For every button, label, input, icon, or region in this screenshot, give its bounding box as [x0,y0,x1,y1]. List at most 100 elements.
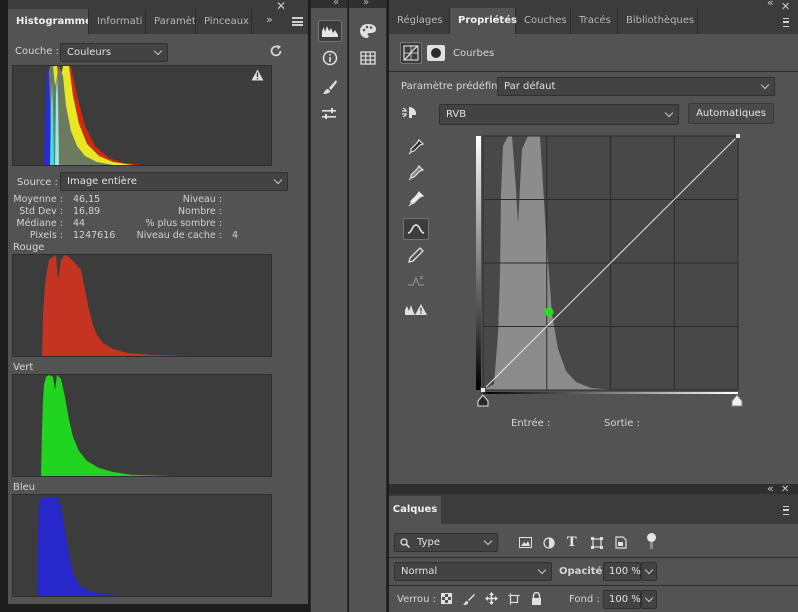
histogram-panel-icon[interactable] [318,20,342,42]
blend-mode-select[interactable]: Normal [394,562,552,581]
white-point-slider[interactable] [731,395,743,407]
filter-shape-icon[interactable] [591,537,603,549]
chevron-down-icon [644,565,654,575]
chevron-down-icon [760,80,770,90]
chevron-down-icon [273,175,283,185]
tab-traces[interactable]: Tracés [571,8,618,34]
lock-label: Verrou : [397,594,437,605]
layer-filter-select[interactable]: Type [394,533,498,552]
channel-select[interactable]: RVB [439,104,679,125]
filter-smart-object-icon[interactable] [615,536,627,549]
eyedropper-gray-icon[interactable] [403,162,429,184]
adjustment-icon-button[interactable] [400,42,422,64]
stat-mediane-label: Médiane : [16,218,63,229]
histogram-bleu [12,494,272,597]
tab-pinceaux[interactable]: Pinceaux [196,9,252,34]
histogram-vert [12,374,272,477]
expand-icon[interactable]: » [363,0,369,8]
close-icon[interactable]: ✕ [781,0,790,13]
curve-selected-point[interactable] [544,307,554,317]
lock-transparency-icon[interactable] [441,593,452,604]
targeted-adjustment-icon[interactable] [401,104,421,122]
strip-collapse-bar[interactable] [311,0,347,8]
collapse-icon[interactable]: « [767,0,774,9]
filter-pixel-icon[interactable] [519,537,532,548]
search-icon [400,538,410,548]
auto-button[interactable]: Automatiques [688,103,774,124]
menu-icon[interactable] [783,506,789,515]
curve-point-black[interactable] [480,387,486,393]
couche-select[interactable]: Couleurs [60,43,168,62]
eyedropper-white-icon[interactable] [403,188,429,210]
tab-calques[interactable]: Calques [389,496,441,524]
stat-pixels-label: Pixels : [29,230,63,241]
adjustment-title: Courbes [453,48,495,59]
filter-toggle-stem [650,542,653,549]
filter-adjustment-icon[interactable] [543,537,555,549]
divider [389,71,798,72]
couche-value: Couleurs [67,47,112,58]
close-icon[interactable]: ✕ [276,0,286,13]
fill-dropdown[interactable] [641,590,657,609]
source-select[interactable]: Image entière [60,172,288,191]
lock-pixels-icon[interactable] [463,593,475,605]
lock-artboard-icon[interactable] [508,593,520,605]
curve-point-white[interactable] [735,134,741,139]
input-label: Entrée : [511,418,551,429]
black-point-slider[interactable] [477,395,489,407]
tab-informations[interactable]: Informati [89,9,146,34]
lock-all-icon[interactable] [531,592,542,605]
tab-histogramme[interactable]: Histogramme [8,9,89,34]
info-icon[interactable] [318,47,342,69]
channel-label-bleu: Bleu [13,482,36,493]
smooth-curve-icon[interactable] [403,270,429,292]
collapse-icon[interactable]: « [333,0,339,8]
color-palette-icon[interactable] [356,20,380,42]
stat-moyenne-label: Moyenne : [13,194,63,205]
brush-settings-icon[interactable] [318,76,342,98]
stat-pixels-value: 1247616 [73,230,116,241]
curves-graph[interactable] [476,134,740,394]
lock-position-icon[interactable] [485,592,498,605]
preset-select[interactable]: Par défaut [497,77,775,96]
composite-histogram [12,65,272,166]
stat-niveau-label: Niveau : [182,194,222,205]
clipping-warning-icon[interactable] [403,298,429,320]
mask-icon[interactable] [427,45,445,61]
fill-input[interactable]: 100 % [603,590,641,609]
fill-label: Fond : [569,594,600,605]
menu-icon[interactable] [292,17,303,26]
pencil-icon[interactable] [403,244,429,266]
output-label: Sortie : [604,418,640,429]
warning-icon[interactable] [251,69,264,81]
swatches-grid-icon[interactable] [356,47,380,69]
expand-icon[interactable]: » [266,13,273,26]
preset-value: Par défaut [504,81,556,92]
brush-presets-icon[interactable] [318,104,342,126]
tool-strip-2: » [349,0,387,612]
stat-plus-sombre-label: % plus sombre : [145,218,222,229]
chevron-down-icon [537,565,547,575]
preset-label: Paramètre prédéfini : [401,81,507,92]
tab-reglages[interactable]: Réglages [389,8,450,34]
tab-couches[interactable]: Couches [516,8,571,34]
source-label: Source : [17,177,58,188]
panel-divider[interactable] [389,484,798,494]
layers-panel: Calques Type T Normal Opacité : 100 % Ve… [389,494,798,612]
eyedropper-black-icon[interactable] [403,136,429,158]
couche-label: Couche : [15,46,59,57]
menu-icon[interactable] [783,18,789,27]
tab-bibliotheques[interactable]: Bibliothèques [618,8,698,34]
curve-point-tool-icon[interactable] [403,218,429,240]
tab-proprietes[interactable]: Propriétés [450,8,517,34]
opacity-dropdown[interactable] [641,562,657,581]
tab-parametres[interactable]: Paramètr [146,9,196,34]
filter-toggle-icon[interactable] [647,533,656,542]
stat-stddev-label: Std Dev : [19,206,63,217]
histogram-tabbar: Histogramme Informati Paramètr Pinceaux … [8,0,308,34]
chevron-down-icon [644,593,654,603]
stat-mediane-value: 44 [73,218,86,229]
filter-type-icon[interactable]: T [567,535,577,550]
refresh-icon[interactable] [269,44,283,58]
opacity-input[interactable]: 100 % [603,562,641,581]
